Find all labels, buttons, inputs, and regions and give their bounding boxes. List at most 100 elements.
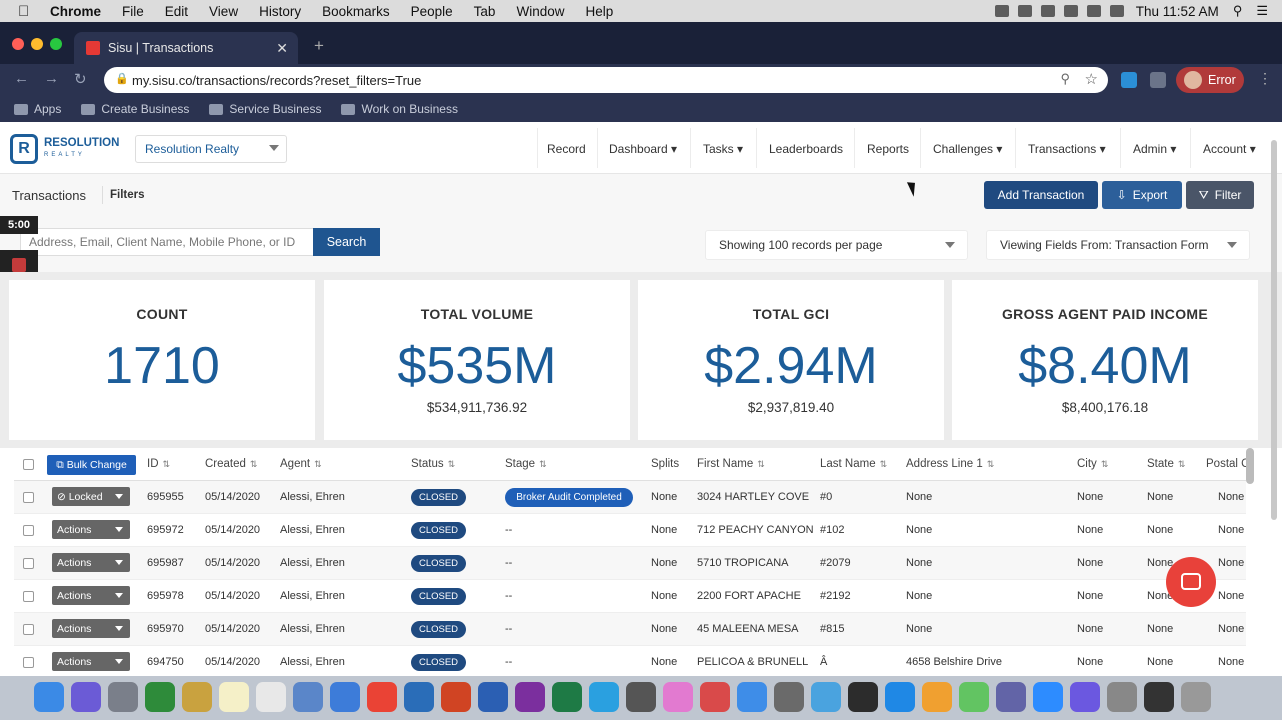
tab-close-icon[interactable]: ✕ (276, 40, 288, 57)
cloud-icon[interactable] (1017, 5, 1032, 17)
bookmark-create-business[interactable]: Create Business (81, 102, 189, 116)
wifi-icon[interactable] (1063, 5, 1078, 17)
nav-reports[interactable]: Reports (867, 142, 909, 156)
apple-icon[interactable]:  (18, 3, 36, 20)
menu-help[interactable]: Help (585, 4, 613, 19)
bookmark-service-business[interactable]: Service Business (209, 102, 321, 116)
address-bar[interactable]: 🔒 my.sisu.co/transactions/records?reset_… (104, 67, 1108, 93)
game-icon[interactable] (922, 682, 952, 712)
reload-icon[interactable]: ↻ (74, 70, 87, 88)
preview-icon[interactable] (293, 682, 323, 712)
table-row[interactable]: Actions 695970 05/14/2020 Alessi, Ehren None… (14, 613, 1246, 646)
itunes-icon[interactable] (663, 682, 693, 712)
row-checkbox[interactable] (23, 492, 34, 503)
notification-center-icon[interactable]: ☰ (1256, 3, 1268, 19)
notes-folder-icon[interactable] (182, 682, 212, 712)
column-header-state[interactable]: State ⇅ (1147, 458, 1185, 470)
menu-tab[interactable]: Tab (474, 4, 496, 19)
folder-icon[interactable] (1144, 682, 1174, 712)
record-icon[interactable] (994, 5, 1009, 17)
column-header-agent[interactable]: Agent ⇅ (280, 458, 322, 470)
music-icon[interactable] (700, 682, 730, 712)
viewing-fields-select[interactable]: Viewing Fields From: Transaction Form (986, 230, 1250, 260)
battery-icon[interactable] (1109, 5, 1124, 17)
export-button[interactable]: ⇩ Export (1102, 181, 1182, 209)
nav-tasks[interactable]: Tasks ▾ (703, 142, 743, 156)
table-scrollbar[interactable] (1246, 448, 1254, 484)
teams-icon[interactable] (996, 682, 1026, 712)
settings-icon[interactable] (1070, 682, 1100, 712)
chrome-icon[interactable] (367, 682, 397, 712)
column-header-status[interactable]: Status ⇅ (411, 458, 455, 470)
column-header-id[interactable]: ID ⇅ (147, 458, 170, 470)
trash-icon[interactable] (1181, 682, 1211, 712)
column-header-first-name[interactable]: First Name ⇅ (697, 458, 765, 470)
window-minimize-button[interactable] (31, 38, 43, 50)
search-input[interactable]: Address, Email, Client Name, Mobile Phon… (20, 228, 314, 256)
row-actions-dropdown[interactable]: Actions (52, 619, 130, 638)
nav-account[interactable]: Account ▾ (1203, 142, 1256, 156)
browser-menu-icon[interactable]: ⋮ (1258, 70, 1272, 87)
window-zoom-button[interactable] (50, 38, 62, 50)
zoom-app-icon[interactable] (1033, 682, 1063, 712)
browser-tab[interactable]: Sisu | Transactions ✕ (74, 32, 298, 64)
word-icon[interactable] (478, 682, 508, 712)
puzzle-icon[interactable] (1150, 72, 1166, 88)
lock-icon[interactable]: 🔒 (115, 72, 129, 85)
back-icon[interactable]: ← (14, 70, 29, 87)
column-header-postal-code[interactable]: Postal C (1206, 458, 1246, 470)
row-checkbox[interactable] (23, 558, 34, 569)
spotlight-icon[interactable]: ⚲ (1233, 3, 1243, 19)
row-checkbox[interactable] (23, 591, 34, 602)
row-checkbox[interactable] (23, 624, 34, 635)
powerpoint-icon[interactable] (441, 682, 471, 712)
volume-icon[interactable] (1086, 5, 1101, 17)
nav-transactions[interactable]: Transactions ▾ (1028, 142, 1106, 156)
nav-leaderboards[interactable]: Leaderboards (769, 142, 843, 156)
column-header-address-line-1[interactable]: Address Line 1 ⇅ (906, 458, 994, 470)
profile-button[interactable]: Error (1176, 67, 1244, 93)
safari-icon[interactable] (330, 682, 360, 712)
column-header-created[interactable]: Created ⇅ (205, 458, 257, 470)
finder-icon[interactable] (34, 682, 64, 712)
records-per-page-select[interactable]: Showing 100 records per page (705, 230, 968, 260)
row-checkbox[interactable] (23, 657, 34, 668)
zoom-icon[interactable] (885, 682, 915, 712)
excel-icon[interactable] (552, 682, 582, 712)
company-select[interactable]: Resolution Realty (135, 135, 287, 163)
menu-app-name[interactable]: Chrome (50, 4, 101, 19)
add-transaction-button[interactable]: Add Transaction (984, 181, 1098, 209)
row-actions-dropdown[interactable]: Actions (52, 553, 130, 572)
table-row[interactable]: Actions 695978 05/14/2020 Alessi, Ehren None… (14, 580, 1246, 613)
table-row[interactable]: ⊘ Locked 695955 05/14/2020 Alessi, Ehren Non… (14, 481, 1246, 514)
bulk-change-button[interactable]: ⧉ Bulk Change (47, 455, 136, 475)
column-header-city[interactable]: City ⇅ (1077, 458, 1108, 470)
table-row[interactable]: Actions 694750 05/14/2020 Alessi, Ehren None… (14, 646, 1246, 678)
bookmark-apps[interactable]: Apps (14, 102, 61, 116)
menu-file[interactable]: File (122, 4, 144, 19)
bookmark-star-icon[interactable]: ☆ (1085, 70, 1098, 88)
messages-icon[interactable] (589, 682, 619, 712)
nav-challenges[interactable]: Challenges ▾ (933, 142, 1002, 156)
menu-history[interactable]: History (259, 4, 301, 19)
row-checkbox[interactable] (23, 525, 34, 536)
menu-window[interactable]: Window (516, 4, 564, 19)
menu-view[interactable]: View (209, 4, 238, 19)
filters-link[interactable]: Filters (110, 189, 145, 201)
siri-icon[interactable] (71, 682, 101, 712)
menu-edit[interactable]: Edit (165, 4, 188, 19)
slack-icon[interactable] (959, 682, 989, 712)
printer-icon[interactable] (1107, 682, 1137, 712)
row-actions-dropdown[interactable]: ⊘ Locked (52, 487, 130, 506)
dropbox-icon[interactable] (1040, 5, 1055, 17)
outlook-icon[interactable] (404, 682, 434, 712)
nav-admin[interactable]: Admin ▾ (1133, 142, 1176, 156)
column-header-stage[interactable]: Stage ⇅ (505, 458, 547, 470)
bookmark-work-on-business[interactable]: Work on Business (341, 102, 458, 116)
menu-clock[interactable]: Thu 11:52 AM (1136, 4, 1219, 19)
select-all-checkbox[interactable] (23, 459, 34, 470)
filter-button[interactable]: ⛛ Filter (1186, 181, 1254, 209)
zoom-icon[interactable]: ⚲ (1060, 71, 1070, 87)
launchpad-icon[interactable] (108, 682, 138, 712)
nav-record[interactable]: Record (547, 142, 586, 156)
